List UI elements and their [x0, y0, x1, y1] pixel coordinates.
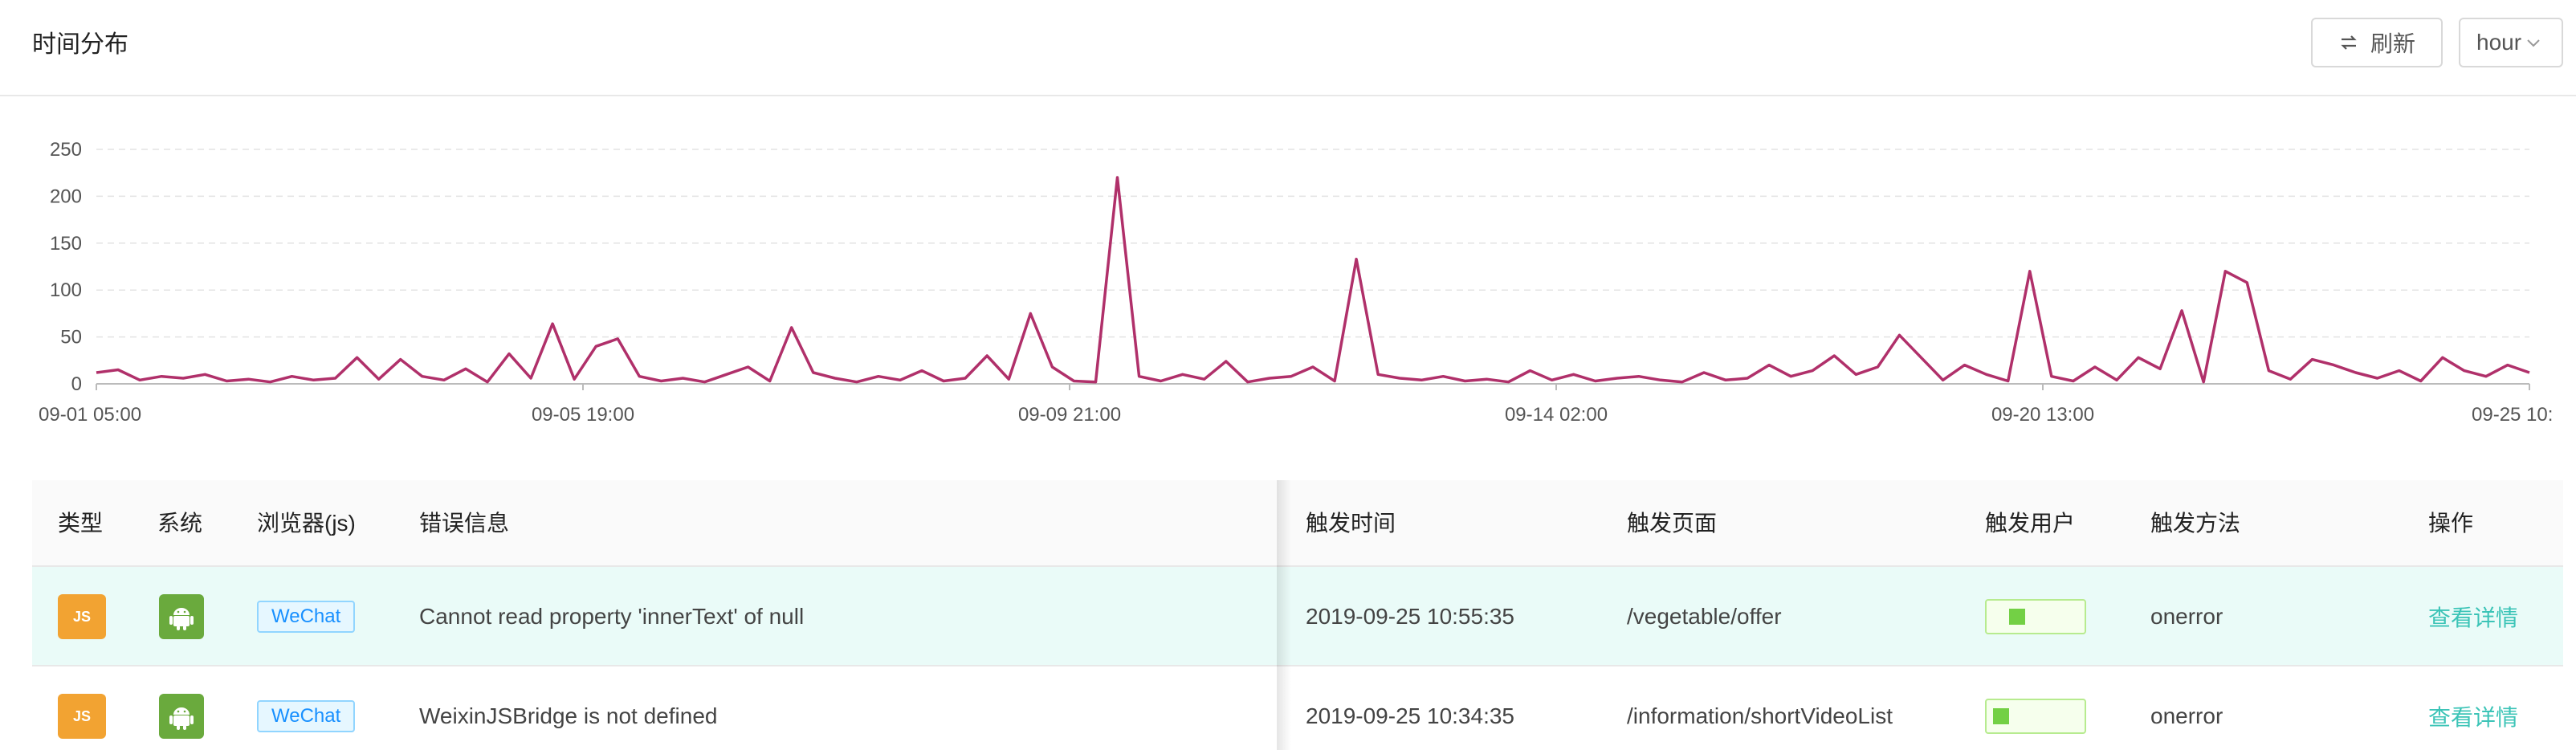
- fixed-column-shadow: [1277, 480, 1291, 750]
- trigger-time: 2019-09-25 10:34:35: [1306, 703, 1514, 728]
- chevron-down-icon: [2527, 39, 2540, 47]
- x-tick-label: 09-01 05:00: [39, 404, 141, 426]
- browser-tag: WeChat: [257, 700, 356, 732]
- y-tick-label: 250: [50, 139, 82, 161]
- y-tick-label: 200: [50, 185, 82, 207]
- page-header: 时间分布 刷新 hour: [0, 0, 2576, 96]
- view-details-link[interactable]: 查看详情: [2428, 666, 2518, 750]
- js-type-badge: JS: [58, 694, 106, 739]
- trigger-user-bar: [1985, 599, 2086, 634]
- trigger-method: onerror: [2150, 703, 2223, 728]
- refresh-label: 刷新: [2370, 31, 2415, 56]
- trigger-time: 2019-09-25 10:55:35: [1306, 604, 1514, 629]
- refresh-button[interactable]: 刷新: [2311, 18, 2443, 67]
- android-icon: [159, 594, 204, 639]
- table-header: 类型 系统 浏览器(js) 错误信息 触发时间 触发页面 触发用户 触发方法 操…: [32, 480, 2563, 567]
- view-details-link[interactable]: 查看详情: [2428, 567, 2518, 666]
- trigger-page: /information/shortVideoList: [1627, 703, 1893, 728]
- x-tick-label: 09-14 02:00: [1505, 404, 1608, 426]
- column-header-page: 触发页面: [1627, 511, 1718, 536]
- time-distribution-chart: 0 50 100 150 200 250 09-01 05:00 09-05 19:00 09-…: [0, 120, 2576, 434]
- x-tick-label: 09-09 21:00: [1018, 404, 1121, 426]
- page-title: 时间分布: [32, 31, 128, 58]
- column-header-browser: 浏览器(js): [257, 511, 356, 536]
- column-header-type: 类型: [58, 511, 104, 536]
- trigger-user-bar: [1985, 699, 2086, 734]
- y-tick-label: 150: [50, 233, 82, 255]
- granularity-value: hour: [2476, 30, 2522, 55]
- refresh-icon: [2341, 35, 2357, 50]
- x-tick-label: 09-05 19:00: [532, 404, 634, 426]
- error-message: Cannot read property 'innerText' of null: [419, 604, 805, 629]
- trigger-method: onerror: [2150, 604, 2223, 629]
- table-row[interactable]: JS WeChat Cannot read property 'innerTex…: [32, 567, 2563, 666]
- column-header-method: 触发方法: [2150, 511, 2241, 536]
- browser-tag: WeChat: [257, 601, 356, 633]
- y-tick-label: 50: [60, 327, 82, 349]
- table-row[interactable]: JS WeChat WeixinJSBridge is not defined …: [32, 666, 2563, 750]
- y-tick-label: 100: [50, 279, 82, 301]
- x-tick-label: 09-25 10:: [2472, 404, 2553, 426]
- android-icon: [159, 694, 204, 739]
- column-header-time: 触发时间: [1306, 511, 1396, 536]
- column-header-os: 系统: [157, 511, 203, 536]
- column-header-action: 操作: [2428, 511, 2474, 536]
- js-type-badge: JS: [58, 594, 106, 639]
- error-table: 类型 系统 浏览器(js) 错误信息 触发时间 触发页面 触发用户 触发方法 操…: [32, 480, 2563, 750]
- series-line: [96, 176, 2530, 384]
- trigger-page: /vegetable/offer: [1627, 604, 1782, 629]
- granularity-select[interactable]: hour: [2459, 18, 2563, 67]
- error-message: WeixinJSBridge is not defined: [419, 703, 718, 728]
- column-header-message: 错误信息: [419, 511, 510, 536]
- y-tick-label: 0: [71, 373, 82, 395]
- column-header-user: 触发用户: [1985, 511, 2076, 536]
- x-tick-label: 09-20 13:00: [1991, 404, 2094, 426]
- line-chart: 0 50 100 150 200 250 09-01 05:00 09-05 19:00 09-…: [39, 139, 2553, 426]
